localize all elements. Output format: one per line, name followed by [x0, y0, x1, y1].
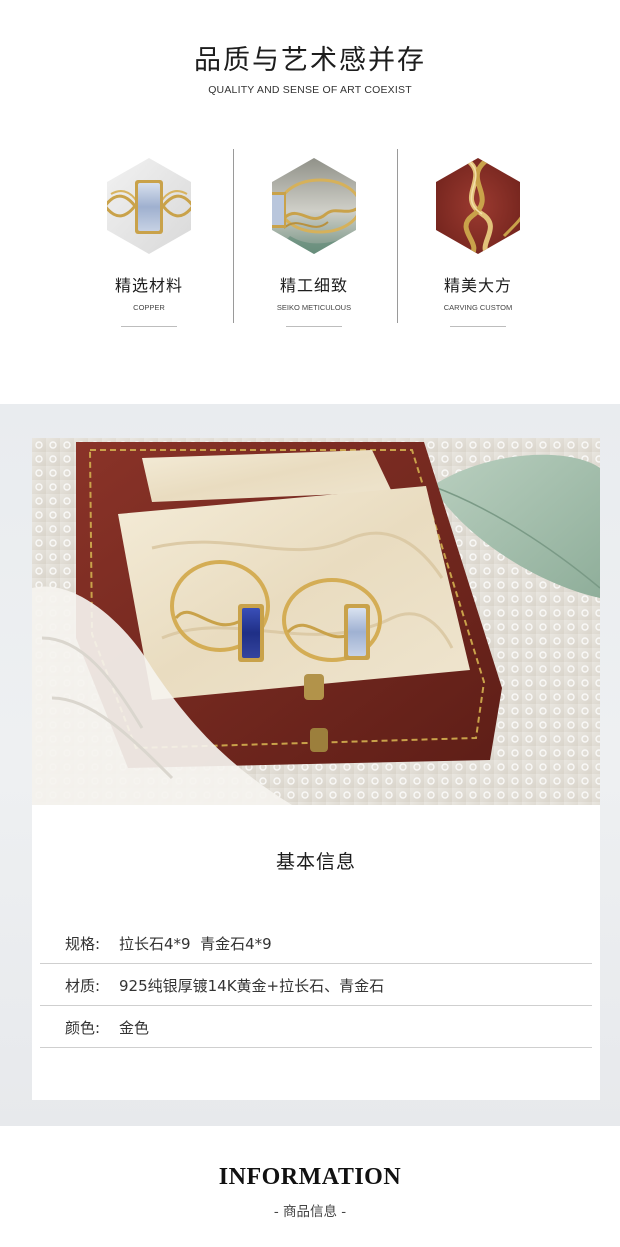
feature-separator — [397, 149, 398, 323]
ring-moonstone-icon — [107, 158, 191, 254]
feature-subtitle: CARVING CUSTOM — [443, 303, 513, 312]
feature-subtitle: COPPER — [133, 303, 165, 312]
feature-subtitle: SEIKO METICULOUS — [276, 303, 352, 312]
section-title: 品质与艺术感并存 — [194, 45, 426, 76]
material-row: 材质: 925纯银厚镀14K黄金+拉长石、青金石 — [40, 963, 592, 1006]
feature-title: 精美大方 — [443, 276, 512, 295]
basic-info-card: 基本信息 规格: 拉长石4*9 青金石4*9 材质: 925纯银厚镀14K黄金+… — [32, 805, 600, 1100]
product-photo — [32, 438, 600, 805]
color-label: 颜色: — [65, 1019, 101, 1037]
spec-value: 拉长石4*9 青金石4*9 — [119, 935, 272, 953]
material-value: 925纯银厚镀14K黄金+拉长石、青金石 — [119, 977, 385, 995]
section-subtitle: QUALITY AND SENSE OF ART COEXIST — [208, 84, 412, 96]
feature-title: 精工细致 — [279, 276, 348, 295]
information-footer: INFORMATION - 商品信息 - — [0, 1126, 620, 1247]
feature-title: 精选材料 — [114, 276, 183, 295]
feature-copper: 精选材料 COPPER — [81, 156, 217, 336]
feature-seiko: 精工细致 SEIKO METICULOUS — [246, 156, 382, 336]
quality-section: 品质与艺术感并存 QUALITY AND SENSE OF ART COEXIS… — [0, 0, 620, 404]
feature-separator — [233, 149, 234, 323]
material-label: 材质: — [65, 977, 101, 995]
color-value: 金色 — [119, 1019, 150, 1037]
color-row: 颜色: 金色 — [40, 1005, 592, 1048]
feature-divider — [286, 326, 342, 327]
spec-row: 规格: 拉长石4*9 青金石4*9 — [40, 921, 592, 964]
ring-twist-icon — [436, 158, 520, 254]
basic-info-title: 基本信息 — [275, 851, 356, 873]
ring-detail-icon — [272, 158, 356, 254]
information-subtitle: - 商品信息 - — [273, 1204, 347, 1220]
spec-label: 规格: — [65, 935, 101, 953]
feature-divider — [450, 326, 506, 327]
feature-divider — [121, 326, 177, 327]
feature-carving: 精美大方 CARVING CUSTOM — [410, 156, 546, 336]
information-title: INFORMATION — [218, 1164, 402, 1190]
